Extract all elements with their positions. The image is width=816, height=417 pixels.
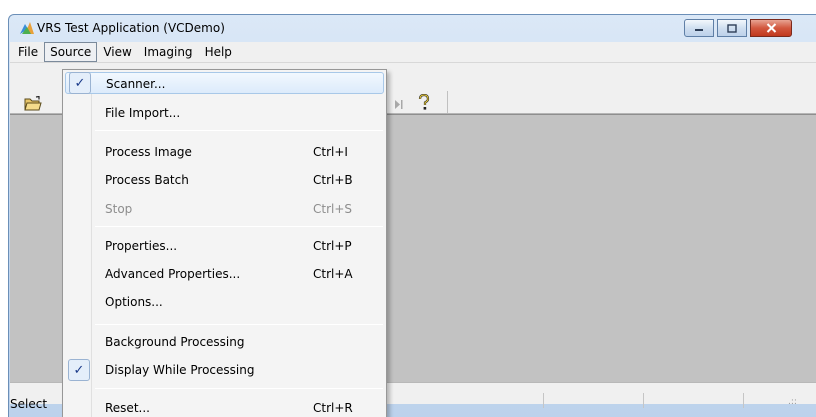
menu-separator (95, 226, 383, 227)
title-bar[interactable]: VRS Test Application (VCDemo) (9, 15, 816, 41)
menu-item-label: Process Batch (105, 173, 189, 187)
menu-separator (95, 388, 383, 389)
menu-source[interactable]: Source (44, 42, 98, 62)
help-icon[interactable] (418, 94, 430, 111)
menu-item-shortcut: Ctrl+A (313, 267, 353, 281)
menu-item-shortcut: Ctrl+S (313, 202, 353, 216)
menu-item-shortcut: Ctrl+I (313, 145, 348, 159)
menu-item-display-while-processing[interactable]: ✓ Display While Processing (65, 359, 384, 381)
menu-item-label: Advanced Properties... (105, 267, 241, 281)
menu-item-file-import[interactable]: File Import... (65, 102, 384, 124)
close-button[interactable] (750, 19, 792, 37)
menu-item-label: File Import... (105, 106, 181, 120)
menu-item-background-processing[interactable]: Background Processing (65, 331, 384, 353)
maximize-button[interactable] (717, 19, 747, 37)
menu-item-advanced-properties[interactable]: Advanced Properties... Ctrl+A (65, 263, 384, 285)
menu-item-label: Options... (105, 295, 163, 309)
status-divider (743, 393, 744, 408)
menu-item-label: Process Image (105, 145, 192, 159)
menu-item-properties[interactable]: Properties... Ctrl+P (65, 235, 384, 257)
open-folder-icon[interactable] (24, 96, 42, 111)
close-icon (766, 23, 776, 33)
menu-item-label: Display While Processing (105, 363, 255, 377)
menu-bar: File Source View Imaging Help (10, 42, 816, 62)
app-icon (20, 22, 34, 34)
menu-help[interactable]: Help (199, 42, 238, 62)
menu-separator (95, 324, 383, 325)
menu-item-options[interactable]: Options... (65, 291, 384, 313)
status-text: Select (10, 397, 48, 411)
menu-item-stop: Stop Ctrl+S (65, 198, 384, 220)
step-forward-icon[interactable] (394, 99, 404, 110)
minimize-button[interactable] (684, 19, 714, 37)
source-menu: ✓ Scanner... File Import... Process Imag… (62, 69, 387, 417)
menu-item-process-batch[interactable]: Process Batch Ctrl+B (65, 169, 384, 191)
toolbar-separator (447, 91, 448, 113)
menu-item-process-image[interactable]: Process Image Ctrl+I (65, 141, 384, 163)
check-icon: ✓ (68, 359, 90, 381)
resize-grip-icon[interactable]: .:: (788, 397, 797, 407)
menu-item-shortcut: Ctrl+P (313, 239, 352, 253)
menu-item-label: Background Processing (105, 335, 245, 349)
window-title: VRS Test Application (VCDemo) (37, 21, 225, 35)
menu-item-scanner[interactable]: ✓ Scanner... (65, 72, 384, 94)
check-icon: ✓ (69, 72, 91, 94)
menu-file[interactable]: File (12, 42, 44, 62)
minimize-icon (695, 29, 703, 31)
menu-view[interactable]: View (97, 42, 137, 62)
status-divider (543, 393, 544, 408)
menu-item-label: Stop (105, 202, 133, 216)
status-divider (643, 393, 644, 408)
window-controls (684, 19, 792, 37)
menu-item-label: Reset... (105, 401, 150, 415)
menu-item-shortcut: Ctrl+R (313, 401, 353, 415)
menu-separator (95, 130, 383, 131)
menu-item-label: Properties... (105, 239, 178, 253)
menu-imaging[interactable]: Imaging (138, 42, 199, 62)
maximize-icon (727, 23, 737, 33)
menu-item-label: Scanner... (106, 77, 166, 91)
menu-item-reset[interactable]: Reset... Ctrl+R (65, 397, 384, 417)
menu-item-shortcut: Ctrl+B (313, 173, 353, 187)
